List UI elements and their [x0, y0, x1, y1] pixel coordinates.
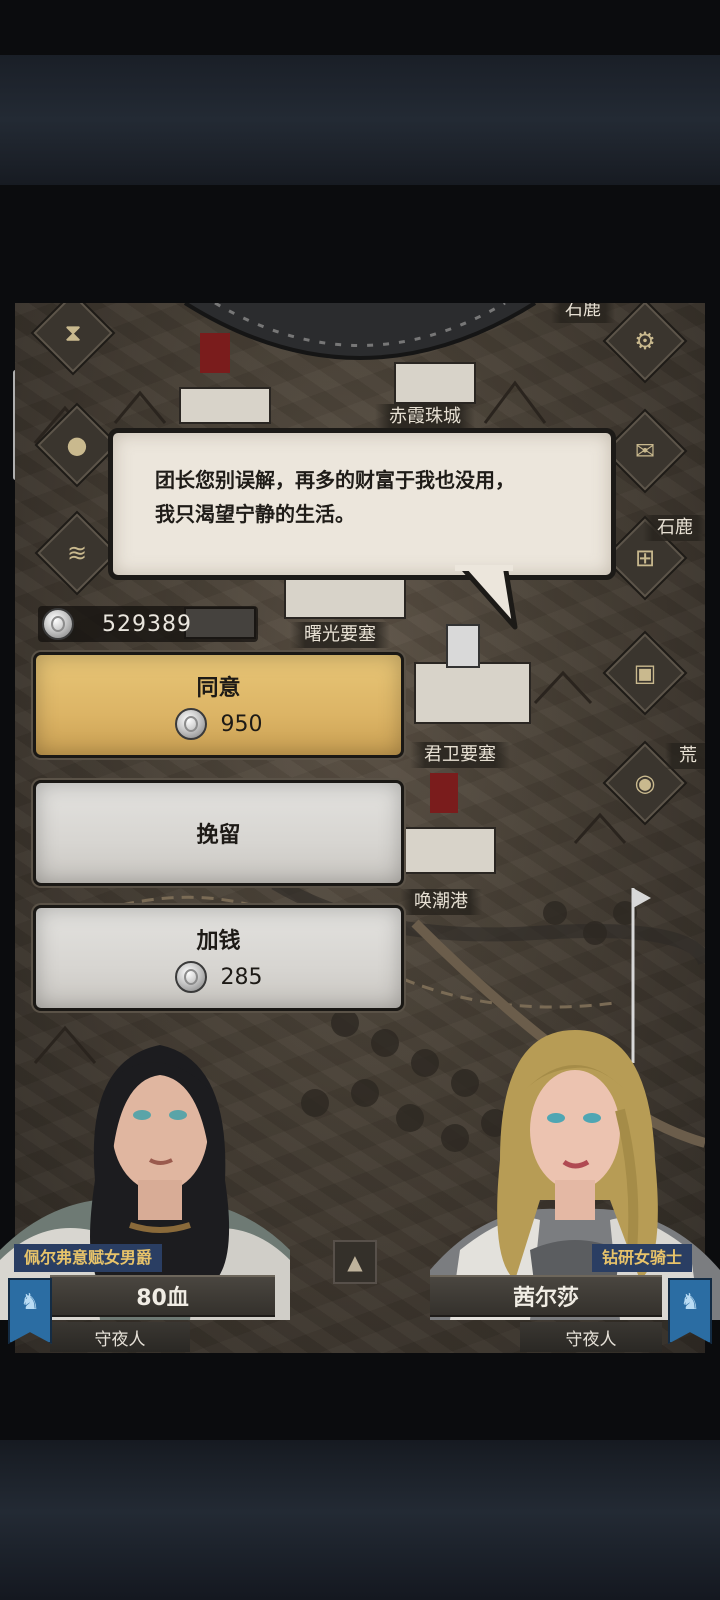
- supplies-icon: ▣: [633, 659, 657, 687]
- left-character-name: 80血: [50, 1275, 275, 1317]
- dialogue-line-1: 团长您别误解，再多的财富于我也没用，: [155, 468, 515, 492]
- collapse-up-icon: ▲: [347, 1250, 363, 1274]
- silver-balance: 529389: [38, 606, 258, 642]
- hourglass-icon: ⧗: [64, 319, 82, 347]
- left-character-title: 佩尔弗意赋女男爵: [14, 1244, 163, 1272]
- choice-retain-button[interactable]: 挽留: [33, 780, 404, 886]
- town-label-chixia[interactable]: 赤霞珠城: [375, 404, 475, 430]
- choice-retain-label: 挽留: [196, 823, 241, 848]
- town-label-partial-right: 荒: [665, 743, 705, 769]
- choice-agree-cost: 950: [174, 708, 263, 740]
- dialogue-text: 团长您别误解，再多的财富于我也没用， 我只渴望宁静的生活。: [155, 463, 585, 531]
- town-label-shuguang[interactable]: 曙光要塞: [290, 622, 390, 648]
- silver-coin-icon: [174, 708, 207, 740]
- right-character-name: 茜尔莎: [430, 1275, 662, 1317]
- bottom-dark-band: [0, 1440, 720, 1600]
- collapse-button[interactable]: ▲: [333, 1240, 377, 1284]
- gear-icon: ⚙: [634, 327, 656, 355]
- town-label-partial-top: 石鹿: [551, 303, 615, 323]
- choice-add-money-cost-value: 285: [220, 964, 263, 990]
- top-dark-band: [0, 55, 720, 185]
- town-label-junwei[interactable]: 君卫要塞: [410, 742, 510, 768]
- dialogue-bubble-tail: [455, 565, 518, 630]
- right-character-title: 钻研女骑士: [592, 1244, 693, 1272]
- choice-agree-button[interactable]: 同意 950: [33, 652, 404, 758]
- silver-coin-icon: [174, 961, 207, 993]
- mail-icon: ✉: [634, 437, 656, 465]
- right-character-faction: 守夜人: [520, 1322, 662, 1352]
- dialogue-bubble: 团长您别误解，再多的财富于我也没用， 我只渴望宁静的生活。: [108, 428, 616, 580]
- choice-add-money-label: 加钱: [196, 929, 241, 954]
- choice-add-money-cost: 285: [174, 961, 263, 993]
- choice-add-money-button[interactable]: 加钱 285: [33, 905, 404, 1011]
- choice-agree-cost-value: 950: [220, 711, 263, 737]
- town-label-partial-mid: 石鹿: [643, 515, 705, 541]
- scroll-icon: ≋: [66, 539, 88, 567]
- left-character-faction: 守夜人: [50, 1322, 190, 1352]
- silver-balance-value: 529389: [102, 611, 192, 637]
- wolf-emblem-icon: ♞: [20, 1290, 40, 1315]
- choice-agree-label: 同意: [196, 676, 241, 701]
- money-bag-icon: ●: [66, 431, 88, 459]
- dialogue-line-2: 我只渴望宁静的生活。: [155, 502, 355, 526]
- wolf-emblem-icon: ♞: [680, 1290, 700, 1315]
- town-label-huanchao[interactable]: 唤潮港: [400, 889, 482, 915]
- silver-coin-icon: [42, 608, 74, 640]
